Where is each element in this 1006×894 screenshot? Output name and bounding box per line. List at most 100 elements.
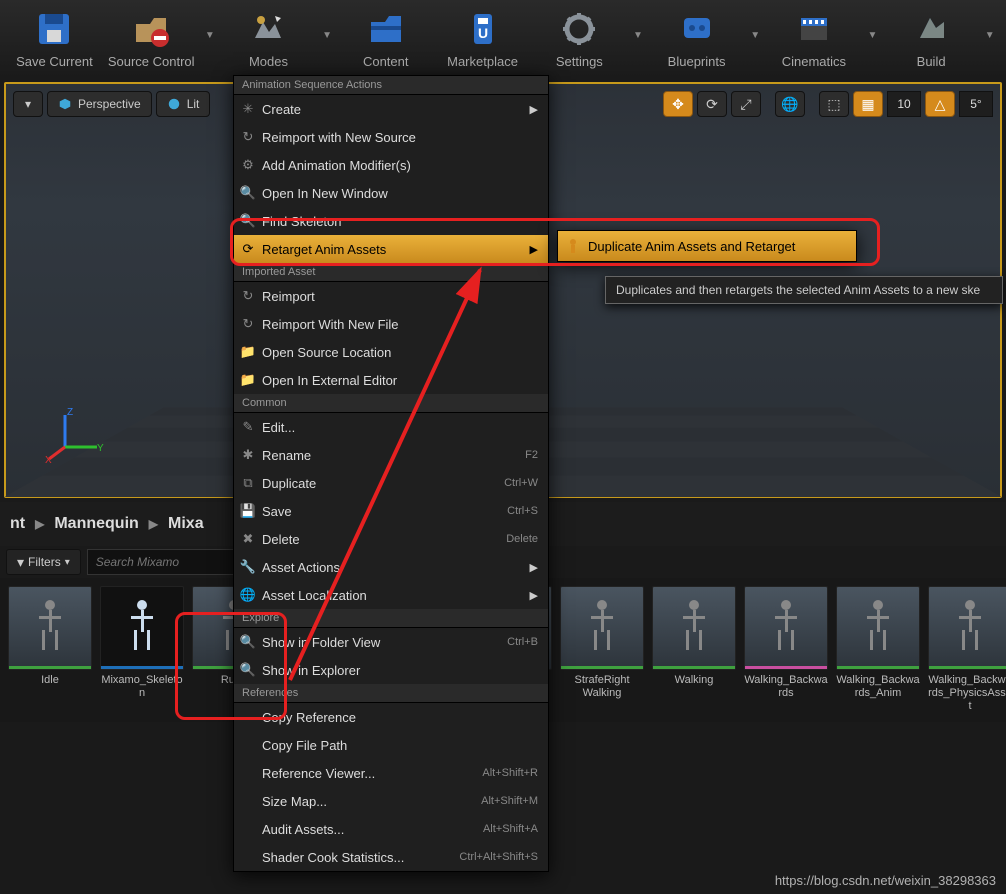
asset-mixamoskeleton[interactable]: Mixamo_Skeleton [100, 586, 184, 714]
menu-item-reference-viewer---[interactable]: Reference Viewer...Alt+Shift+R [234, 759, 548, 787]
menu-item-rename[interactable]: ✱RenameF2 [234, 441, 548, 469]
asset-thumbnail [100, 586, 184, 670]
asset-thumbnail [928, 586, 1006, 670]
duplicate-and-retarget-item[interactable]: Duplicate Anim Assets and Retarget [558, 231, 856, 261]
menu-item-audit-assets---[interactable]: Audit Assets...Alt+Shift+A [234, 815, 548, 843]
angle-snap-toggle[interactable]: △ [925, 91, 955, 117]
submenu-arrow-icon: ▶ [530, 243, 538, 256]
menu-item-delete[interactable]: ✖DeleteDelete [234, 525, 548, 553]
chevron-down-icon: ▾ [65, 557, 70, 568]
menu-item-asset-actions[interactable]: 🔧Asset Actions▶ [234, 553, 548, 581]
menu-item-shortcut: Ctrl+W [504, 477, 538, 489]
submenu-arrow-icon: ▶ [530, 103, 538, 116]
asset-straferightwalking[interactable]: StrafeRight Walking [560, 586, 644, 714]
rotate-tool[interactable]: ⟳ [697, 91, 727, 117]
menu-item-reimport[interactable]: ↻Reimport [234, 282, 548, 310]
submenu-arrow-icon: ▶ [530, 561, 538, 574]
menu-item-reimport-with-new-source[interactable]: ↻Reimport with New Source [234, 123, 548, 151]
menu-item-reimport-with-new-file[interactable]: ↻Reimport With New File [234, 310, 548, 338]
toolbar-caret[interactable]: ▼ [862, 4, 882, 78]
menu-item-find-skeleton[interactable]: 🔍Find Skeleton [234, 207, 548, 235]
breadcrumb-item[interactable]: Mannequin [54, 515, 138, 533]
menu-item-label: Show in Explorer [262, 663, 360, 678]
menu-item-label: Open In External Editor [262, 373, 397, 388]
asset-walkingbackwards[interactable]: Walking_Backwards [744, 586, 828, 714]
translate-tool[interactable]: ✥ [663, 91, 693, 117]
scale-tool[interactable]: ⤢ [731, 91, 761, 117]
watermark: https://blog.csdn.net/weixin_38298363 [775, 873, 996, 888]
breadcrumb-item[interactable]: nt [10, 515, 25, 533]
menu-item-icon: ⚙ [240, 157, 256, 173]
menu-item-copy-file-path[interactable]: Copy File Path [234, 731, 548, 759]
toolbar-save-current[interactable]: Save Current [6, 4, 103, 78]
asset-idle[interactable]: Idle [8, 586, 92, 714]
toolbar-label: Cinematics [782, 54, 846, 69]
menu-item-shortcut: Delete [506, 533, 538, 545]
menu-item-icon: ✎ [240, 419, 256, 435]
toolbar-modes[interactable]: Modes [220, 4, 317, 78]
menu-item-create[interactable]: ✳Create▶ [234, 95, 548, 123]
menu-item-open-source-location[interactable]: 📁Open Source Location [234, 338, 548, 366]
lit-toggle[interactable]: Lit [156, 91, 211, 117]
menu-item-shortcut: Alt+Shift+M [481, 795, 538, 807]
menu-item-icon: 💾 [240, 503, 256, 519]
toolbar-blueprints[interactable]: Blueprints [648, 4, 745, 78]
menu-item-open-in-external-editor[interactable]: 📁 Open In External Editor [234, 366, 548, 394]
toolbar-caret[interactable]: ▼ [200, 4, 220, 78]
toolbar-label: Source Control [108, 54, 195, 69]
asset-label: Walking_Backwards_Anim [836, 674, 920, 700]
menu-item-asset-localization[interactable]: 🌐Asset Localization▶ [234, 581, 548, 609]
menu-item-open-in-new-window[interactable]: 🔍 Open In New Window [234, 179, 548, 207]
angle-snap-value[interactable]: 5° [959, 91, 993, 117]
grid-snap-toggle[interactable]: ▦ [853, 91, 883, 117]
menu-item-show-in-explorer[interactable]: 🔍Show in Explorer [234, 656, 548, 684]
menu-item-icon: 🔍 [240, 213, 256, 229]
menu-item-icon: ✖ [240, 531, 256, 547]
menu-item-label: Size Map... [262, 794, 327, 809]
toolbar-build[interactable]: Build [883, 4, 980, 78]
perspective-label: Perspective [78, 97, 141, 111]
submenu-label: Duplicate Anim Assets and Retarget [588, 239, 795, 254]
menu-item-duplicate[interactable]: ⧉DuplicateCtrl+W [234, 469, 548, 497]
menu-item-retarget-anim-assets[interactable]: ⟳Retarget Anim Assets▶ [234, 235, 548, 263]
asset-walking[interactable]: Walking [652, 586, 736, 714]
viewport-options-dropdown[interactable]: ▾ [13, 91, 43, 117]
menu-item-icon: ✱ [240, 447, 256, 463]
menu-item-size-map---[interactable]: Size Map... Alt+Shift+M [234, 787, 548, 815]
breadcrumb-item[interactable]: Mixa [168, 515, 204, 533]
toolbar-label: Blueprints [668, 54, 726, 69]
menu-item-icon: 🔍 [240, 185, 256, 201]
asset-thumbnail [652, 586, 736, 670]
toolbar-cinematics[interactable]: Cinematics [765, 4, 862, 78]
svg-text:Z: Z [67, 407, 73, 418]
surface-snap[interactable]: ⬚ [819, 91, 849, 117]
grid-snap-value[interactable]: 10 [887, 91, 921, 117]
menu-item-edit---[interactable]: ✎Edit... [234, 413, 548, 441]
toolbar-marketplace[interactable]: UMarketplace [434, 4, 531, 78]
world-space-toggle[interactable]: 🌐 [775, 91, 805, 117]
menu-item-save[interactable]: 💾SaveCtrl+S [234, 497, 548, 525]
menu-section-header: Animation Sequence Actions [234, 76, 548, 95]
toolbar-source-control[interactable]: Source Control [103, 4, 200, 78]
toolbar-caret[interactable]: ▼ [628, 4, 648, 78]
toolbar-caret[interactable]: ▼ [745, 4, 765, 78]
menu-item-copy-reference[interactable]: Copy Reference [234, 703, 548, 731]
asset-walkingbackwardsanim[interactable]: Walking_Backwards_Anim [836, 586, 920, 714]
menu-item-add-animation-modifier-s-[interactable]: ⚙Add Animation Modifier(s) [234, 151, 548, 179]
menu-item-shader-cook-statistics---[interactable]: Shader Cook Statistics...Ctrl+Alt+Shift+… [234, 843, 548, 871]
toolbar-content[interactable]: Content [337, 4, 434, 78]
cube-icon [58, 97, 72, 111]
menu-item-icon: ⧉ [240, 475, 256, 491]
menu-item-label: Open In New Window [262, 186, 388, 201]
menu-item-icon: 📁 [240, 372, 256, 388]
menu-item-show-in-folder-view[interactable]: 🔍Show in Folder ViewCtrl+B [234, 628, 548, 656]
filters-button[interactable]: ▾ Filters ▾ [6, 549, 81, 575]
toolbar-caret[interactable]: ▼ [980, 4, 1000, 78]
menu-item-label: Retarget Anim Assets [262, 242, 386, 257]
asset-walkingbackwardsphysicsasset[interactable]: Walking_Backwards_PhysicsAsset [928, 586, 1006, 714]
toolbar-caret[interactable]: ▼ [317, 4, 337, 78]
asset-label: StrafeRight Walking [560, 674, 644, 700]
asset-label: Walking_Backwards_PhysicsAsset [928, 674, 1006, 714]
perspective-toggle[interactable]: Perspective [47, 91, 152, 117]
toolbar-settings[interactable]: Settings [531, 4, 628, 78]
